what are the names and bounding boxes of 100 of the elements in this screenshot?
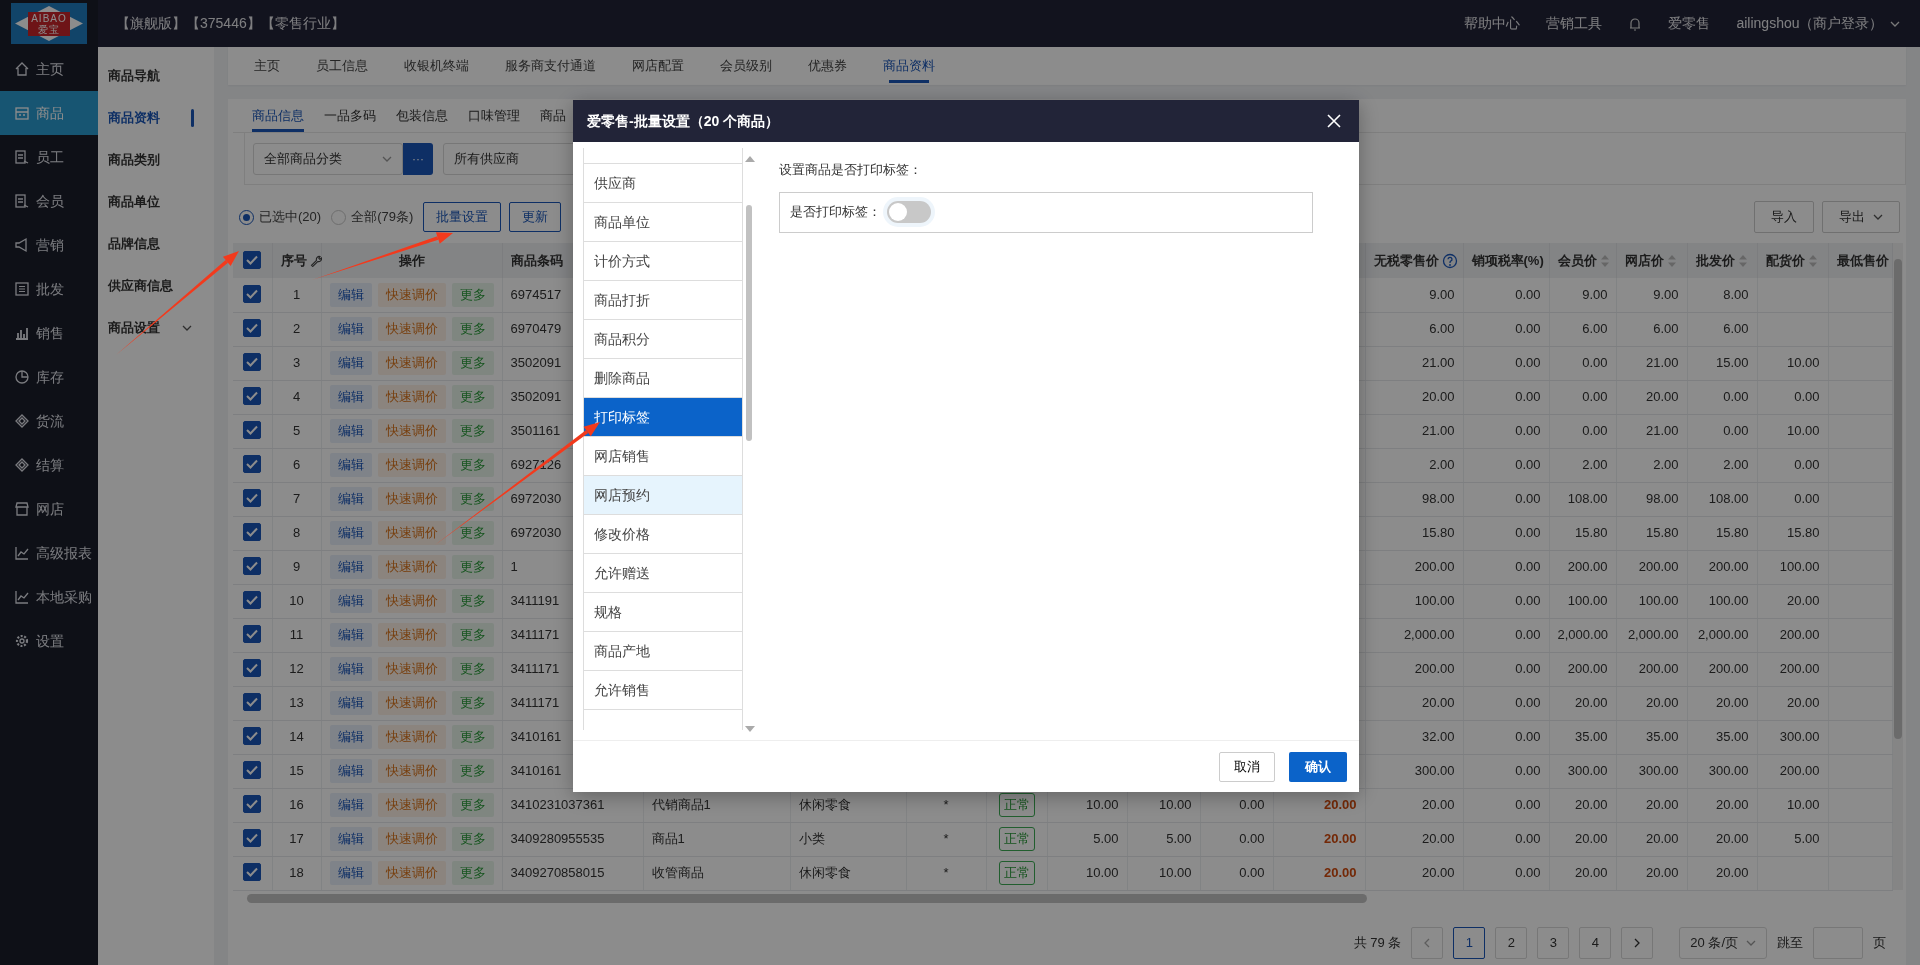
edit-button[interactable]: 编辑 — [329, 453, 372, 477]
edit-button[interactable]: 编辑 — [329, 385, 372, 409]
checkbox[interactable] — [243, 455, 262, 474]
checkbox[interactable] — [243, 625, 262, 644]
tab[interactable]: 员工信息 — [298, 47, 386, 85]
checkbox[interactable] — [243, 387, 262, 406]
toolbar-button[interactable]: 更新 — [509, 202, 562, 232]
checkbox[interactable] — [243, 795, 262, 814]
more-button[interactable]: 更多 — [451, 691, 494, 715]
page-button[interactable]: 4 — [1579, 926, 1612, 959]
cancel-button[interactable]: 取消 — [1219, 751, 1275, 782]
tab[interactable]: 商品 — [532, 99, 574, 132]
header-link[interactable]: 营销工具 — [1546, 13, 1603, 34]
more-button[interactable]: 更多 — [451, 283, 494, 307]
quick-price-button[interactable]: 快速调价 — [377, 453, 446, 477]
more-button[interactable]: 更多 — [451, 453, 494, 477]
more-button[interactable]: 更多 — [451, 861, 494, 885]
sidebar-item[interactable]: 货流 — [0, 399, 98, 443]
more-button[interactable]: 更多 — [451, 385, 494, 409]
edit-button[interactable]: 编辑 — [329, 759, 372, 783]
quick-price-button[interactable]: 快速调价 — [377, 827, 446, 851]
quick-price-button[interactable]: 快速调价 — [377, 283, 446, 307]
more-button[interactable]: 更多 — [451, 725, 494, 749]
sidebar-item[interactable]: 高级报表 — [0, 531, 98, 575]
radio-option[interactable]: 全部(79条) — [331, 207, 414, 227]
edit-button[interactable]: 编辑 — [329, 521, 372, 545]
edit-button[interactable]: 编辑 — [329, 861, 372, 885]
checkbox[interactable] — [243, 659, 262, 678]
checkbox[interactable] — [243, 421, 262, 440]
tab[interactable]: 一品多码 — [316, 99, 384, 132]
checkbox[interactable] — [243, 353, 262, 372]
radio-option[interactable]: 已选中(20) — [239, 207, 322, 227]
edit-button[interactable]: 编辑 — [329, 487, 372, 511]
sidebar-item[interactable]: 主页 — [0, 47, 98, 91]
tab[interactable]: 口味管理 — [460, 99, 528, 132]
sidebar-item[interactable]: 网店 — [0, 487, 98, 531]
sidebar-item[interactable]: 设置 — [0, 619, 98, 663]
sidebar-item[interactable]: 销售 — [0, 311, 98, 355]
page-size-select[interactable]: 20 条/页 — [1679, 926, 1767, 959]
quick-price-button[interactable]: 快速调价 — [377, 759, 446, 783]
sidebar-item[interactable]: 本地采购 — [0, 575, 98, 619]
category-select[interactable]: 全部商品分类 — [253, 142, 403, 175]
edit-button[interactable]: 编辑 — [329, 691, 372, 715]
edit-button[interactable]: 编辑 — [329, 793, 372, 817]
wrench-icon[interactable] — [309, 254, 322, 267]
checkbox[interactable] — [243, 761, 262, 780]
quick-price-button[interactable]: 快速调价 — [377, 317, 446, 341]
edit-button[interactable]: 编辑 — [329, 419, 372, 443]
toolbar-button[interactable]: 导入 — [1754, 201, 1814, 233]
sidebar-item[interactable]: 会员 — [0, 179, 98, 223]
quick-price-button[interactable]: 快速调价 — [377, 861, 446, 885]
more-button[interactable]: 更多 — [451, 317, 494, 341]
page-button[interactable]: 2 — [1495, 926, 1528, 959]
tab[interactable]: 主页 — [236, 47, 298, 85]
subnav-item[interactable]: 商品导航 — [98, 55, 214, 97]
edit-button[interactable]: 编辑 — [329, 589, 372, 613]
user-menu[interactable]: ailingshou（商户登录） — [1736, 13, 1884, 34]
checkbox[interactable] — [243, 285, 262, 303]
quick-price-button[interactable]: 快速调价 — [377, 793, 446, 817]
subnav-item[interactable]: 商品单位 — [98, 181, 214, 223]
subnav-item[interactable]: 商品资料 — [98, 97, 214, 139]
sidebar-item[interactable]: 批发 — [0, 267, 98, 311]
tab[interactable]: 会员级别 — [702, 47, 790, 85]
tab[interactable]: 网店配置 — [614, 47, 702, 85]
edit-button[interactable]: 编辑 — [329, 657, 372, 681]
more-button[interactable]: 更多 — [451, 521, 494, 545]
more-button[interactable]: 更多 — [451, 827, 494, 851]
bell-icon[interactable] — [1628, 15, 1643, 32]
quick-price-button[interactable]: 快速调价 — [377, 521, 446, 545]
edit-button[interactable]: 编辑 — [329, 317, 372, 341]
more-button[interactable]: 更多 — [451, 759, 494, 783]
edit-button[interactable]: 编辑 — [329, 283, 372, 307]
page-button[interactable]: 3 — [1537, 926, 1570, 959]
tab[interactable]: 服务商支付通道 — [487, 47, 614, 85]
checkbox[interactable] — [243, 693, 262, 712]
scrollbar[interactable] — [1892, 243, 1903, 890]
quick-price-button[interactable]: 快速调价 — [377, 351, 446, 375]
header-link[interactable]: 爱零售 — [1668, 13, 1711, 34]
more-button[interactable]: 更多 — [451, 555, 494, 579]
subnav-item[interactable]: 供应商信息 — [98, 265, 214, 307]
checkbox[interactable] — [243, 489, 262, 508]
more-button[interactable]: 更多 — [451, 589, 494, 613]
more-button[interactable]: 更多 — [451, 657, 494, 681]
more-button[interactable]: 更多 — [451, 419, 494, 443]
more-button[interactable]: 更多 — [451, 623, 494, 647]
confirm-button[interactable]: 确认 — [1289, 751, 1347, 782]
sidebar-item[interactable]: 商品 — [0, 91, 98, 135]
more-button[interactable]: ··· — [403, 142, 433, 175]
checkbox[interactable] — [243, 319, 262, 338]
checkbox[interactable] — [243, 727, 262, 746]
sidebar-item[interactable]: 结算 — [0, 443, 98, 487]
edit-button[interactable]: 编辑 — [329, 725, 372, 749]
sidebar-item[interactable]: 库存 — [0, 355, 98, 399]
edit-button[interactable]: 编辑 — [329, 623, 372, 647]
toolbar-button[interactable]: 批量设置 — [423, 202, 502, 232]
scrollbar[interactable] — [247, 894, 1367, 903]
checkbox[interactable] — [243, 557, 262, 576]
edit-button[interactable]: 编辑 — [329, 351, 372, 375]
quick-price-button[interactable]: 快速调价 — [377, 589, 446, 613]
quick-price-button[interactable]: 快速调价 — [377, 555, 446, 579]
